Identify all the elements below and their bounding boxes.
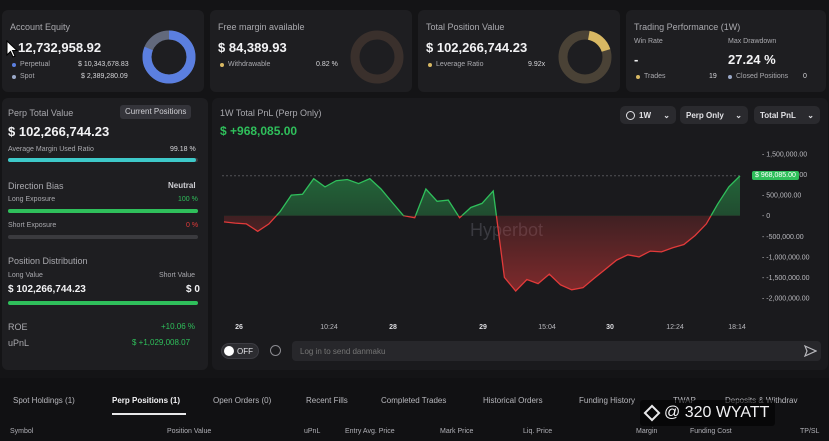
danmaku-settings-icon[interactable] [270,345,281,356]
col-tpsl[interactable]: TP/SL [800,428,819,435]
watermark-overlay: @ 320 WYATT [640,400,776,426]
x-tick-label: 10:24 [320,324,338,331]
y-tick-label: - -1,000,000.00 [762,254,810,261]
y-tick-label: - 500,000.00 [762,193,801,200]
y-tick-label: - -2,000,000.00 [762,296,810,303]
col-symbol[interactable]: Symbol [10,428,33,435]
danmaku-input[interactable] [292,341,821,361]
x-tick-label: 28 [389,324,397,331]
col-liq-price[interactable]: Liq. Price [523,428,552,435]
x-tick-label: 12:24 [666,324,684,331]
danmaku-toggle[interactable]: OFF [221,343,259,359]
y-tick-label: - -1,500,000.00 [762,275,810,282]
col-margin[interactable]: Margin [636,428,657,435]
y-tick-label: - 1,500,000.00 [762,152,807,159]
diamond-logo-icon [643,404,661,422]
col-upnl[interactable]: uPnL [304,428,320,435]
y-tick-label: - 0 [762,213,770,220]
col-funding-cost[interactable]: Funding Cost [690,428,732,435]
send-icon[interactable] [804,345,817,357]
pnl-chart-svg: Hyperbot - 1,500,000.00- 1,000,000.00- 5… [222,152,810,331]
x-tick-label: 15:04 [538,324,556,331]
tab-spot-holdings[interactable]: Spot Holdings (1) [13,396,75,405]
tab-completed-trades[interactable]: Completed Trades [381,396,446,405]
watermark-text: @ 320 WYATT [664,404,770,421]
toggle-knob [224,346,234,356]
tab-open-orders[interactable]: Open Orders (0) [213,396,271,405]
col-position-value[interactable]: Position Value [167,428,211,435]
x-tick-label: 18:14 [728,324,746,331]
x-tick-label: 30 [606,324,614,331]
last-value-badge: $ 968,085.00 [752,171,799,180]
tab-recent-fills[interactable]: Recent Fills [306,396,348,405]
x-tick-label: 29 [479,324,487,331]
col-entry-price[interactable]: Entry Avg. Price [345,428,395,435]
tab-funding-history[interactable]: Funding History [579,396,635,405]
tab-perp-positions[interactable]: Perp Positions (1) [112,396,180,405]
y-tick-label: - -500,000.00 [762,234,804,241]
toggle-label: OFF [237,347,253,356]
tab-historical-orders[interactable]: Historical Orders [483,396,543,405]
active-tab-underline [112,413,186,415]
col-mark-price[interactable]: Mark Price [440,428,473,435]
x-tick-label: 26 [235,324,243,331]
